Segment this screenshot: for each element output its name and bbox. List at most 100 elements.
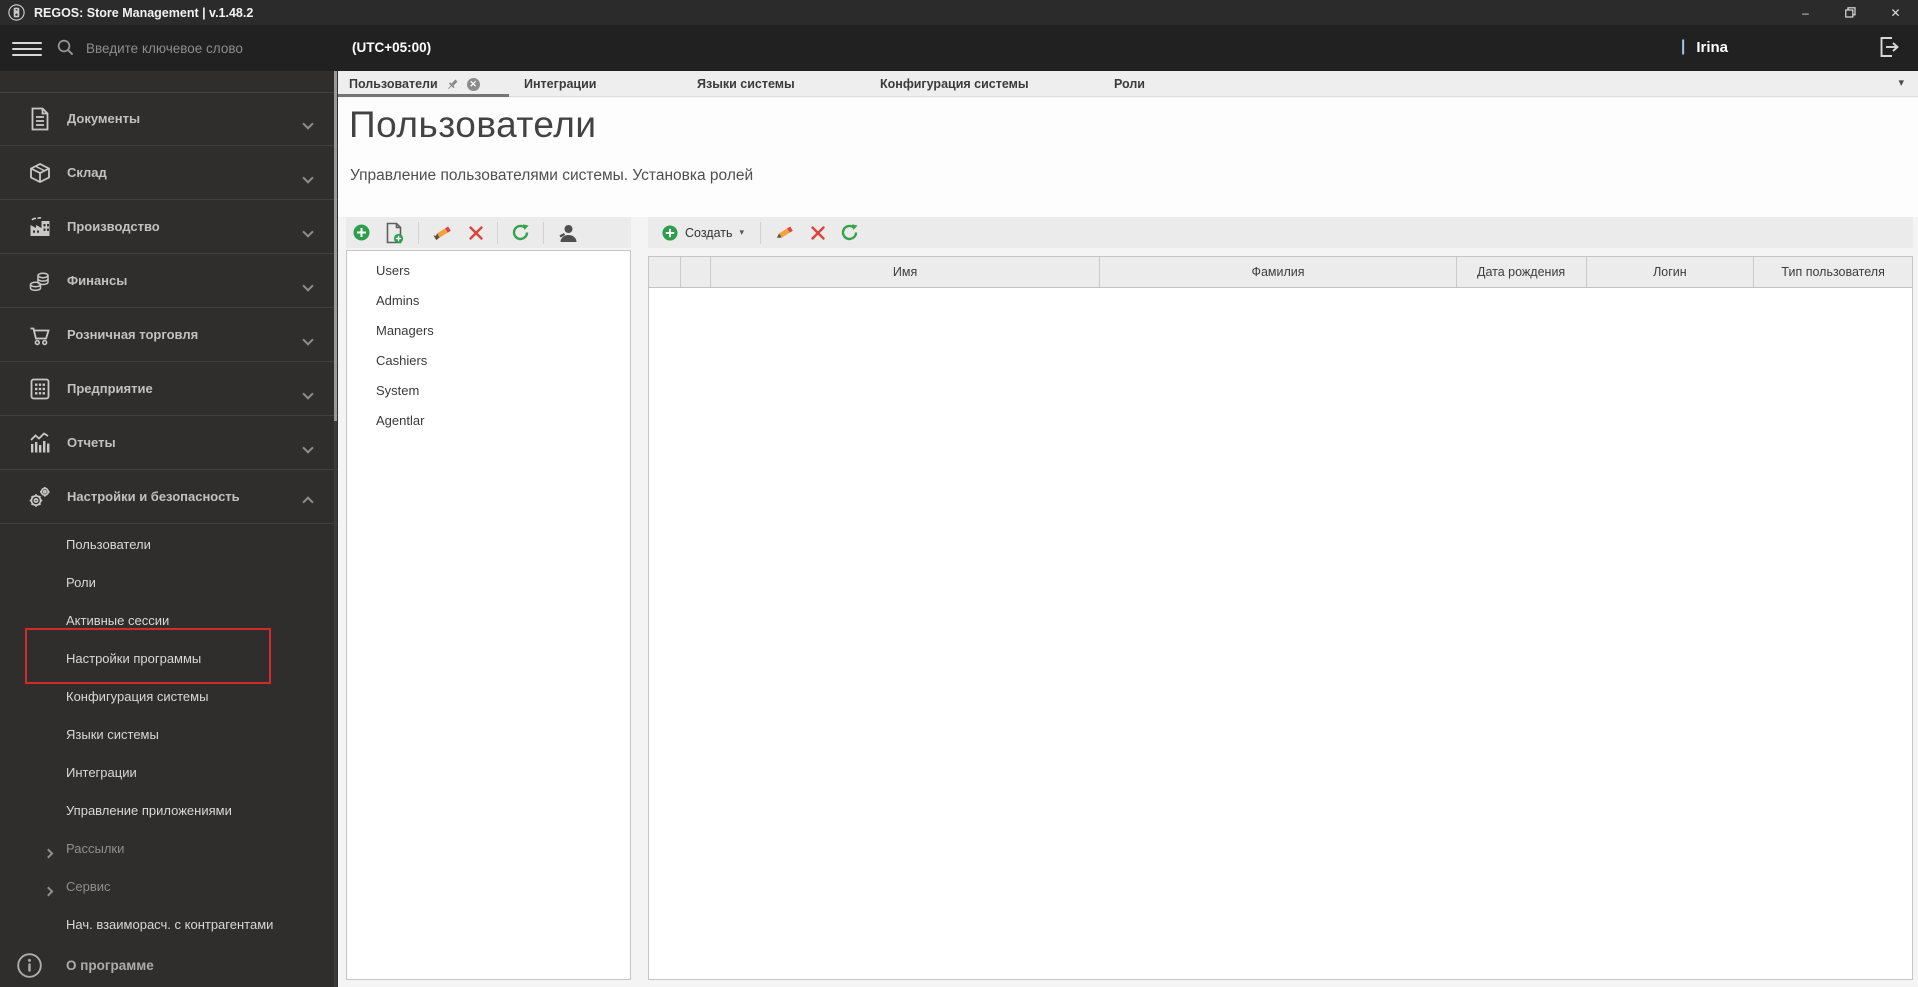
subitem-label: Сервис bbox=[66, 878, 111, 894]
sidebar-item-about[interactable]: О программе bbox=[0, 943, 338, 987]
edit-pencil-icon bbox=[433, 225, 451, 240]
pin-icon[interactable] bbox=[446, 78, 459, 91]
group-item-system[interactable]: System bbox=[347, 376, 630, 406]
regos-logo-icon bbox=[8, 4, 25, 21]
window-title: REGOS: Store Management | v.1.48.2 bbox=[34, 5, 254, 20]
column-header-birth-date[interactable]: Дата рождения bbox=[1457, 257, 1587, 287]
restore-button[interactable] bbox=[1828, 0, 1873, 25]
building-icon bbox=[30, 378, 50, 399]
tab-overflow-caret-icon[interactable]: ▾ bbox=[1898, 76, 1904, 89]
search-icon bbox=[57, 39, 74, 56]
group-users-button[interactable] bbox=[550, 217, 585, 248]
topbar: Введите ключевое слово (UTC+05:00) | Iri… bbox=[0, 25, 1918, 106]
minimize-button[interactable]: – bbox=[1783, 0, 1828, 25]
sidebar-item-warehouse[interactable]: Склад bbox=[0, 146, 338, 200]
delete-x-icon bbox=[469, 225, 483, 240]
tab-label: Пользователи bbox=[349, 77, 438, 91]
column-header-login[interactable]: Логин bbox=[1587, 257, 1755, 287]
add-child-group-button[interactable] bbox=[377, 217, 412, 248]
chevron-up-icon bbox=[302, 496, 314, 508]
delete-user-button[interactable] bbox=[803, 217, 833, 248]
refresh-groups-button[interactable] bbox=[504, 217, 537, 248]
tab-label: Роли bbox=[1114, 77, 1145, 91]
sidebar-subitem-initial-settlements[interactable]: Нач. взаиморасч. с контрагентами bbox=[0, 905, 338, 943]
sidebar-item-enterprise[interactable]: Предприятие bbox=[0, 362, 338, 416]
tab-label: Интеграции bbox=[524, 77, 597, 91]
sidebar-scrollbar[interactable] bbox=[334, 71, 337, 987]
refresh-users-button[interactable] bbox=[833, 217, 866, 248]
sidebar: Документы Склад Производство Финансы Роз… bbox=[0, 71, 338, 987]
logout-icon bbox=[1880, 37, 1899, 57]
sidebar-item-label: О программе bbox=[66, 957, 154, 973]
box-icon bbox=[30, 162, 50, 183]
sidebar-subitem-service[interactable]: Сервис bbox=[0, 867, 338, 905]
sidebar-subitem-active-sessions[interactable]: Активные сессии bbox=[0, 601, 338, 639]
sidebar-item-finance[interactable]: Финансы bbox=[0, 254, 338, 308]
sidebar-item-settings-security[interactable]: Настройки и безопасность bbox=[0, 470, 338, 524]
chevron-down-icon bbox=[302, 280, 314, 292]
column-header-row-indicator[interactable] bbox=[681, 257, 711, 287]
sidebar-subitem-program-settings[interactable]: Настройки программы bbox=[0, 639, 338, 677]
sidebar-subitem-integrations[interactable]: Интеграции bbox=[0, 753, 338, 791]
timezone-label: (UTC+05:00) bbox=[352, 40, 432, 55]
sidebar-item-retail[interactable]: Розничная торговля bbox=[0, 308, 338, 362]
edit-pencil-icon bbox=[776, 225, 793, 238]
chevron-down-icon bbox=[302, 442, 314, 454]
sidebar-subitem-system-configuration[interactable]: Конфигурация системы bbox=[0, 677, 338, 715]
info-icon bbox=[17, 952, 42, 978]
coins-icon bbox=[29, 272, 49, 291]
chevron-down-icon bbox=[302, 226, 314, 238]
sidebar-item-production[interactable]: Производство bbox=[0, 200, 338, 254]
tab-system-languages[interactable]: Языки системы bbox=[697, 71, 795, 97]
person-icon bbox=[559, 224, 577, 242]
group-item-admins[interactable]: Admins bbox=[347, 286, 630, 316]
tab-system-configuration[interactable]: Конфигурация системы bbox=[880, 71, 1029, 97]
sidebar-item-reports[interactable]: Отчеты bbox=[0, 416, 338, 470]
column-header-last-name[interactable]: Фамилия bbox=[1100, 257, 1457, 287]
column-header-first-name[interactable]: Имя bbox=[711, 257, 1101, 287]
groups-toolbar bbox=[346, 217, 631, 248]
tab-integrations[interactable]: Интеграции bbox=[524, 71, 596, 97]
subitem-label: Нач. взаиморасч. с контрагентами bbox=[66, 916, 274, 932]
create-button-label: Создать bbox=[685, 225, 733, 240]
group-item-agentlar[interactable]: Agentlar bbox=[347, 406, 630, 436]
search-input[interactable]: Введите ключевое слово bbox=[86, 41, 243, 56]
add-group-button[interactable] bbox=[346, 217, 377, 248]
column-header-selector[interactable] bbox=[649, 257, 681, 287]
users-table: Имя Фамилия Дата рождения Логин Тип поль… bbox=[648, 256, 1913, 980]
create-user-button[interactable]: Создать ▾ bbox=[648, 217, 754, 248]
refresh-icon bbox=[841, 224, 858, 241]
page-subtitle: Управление пользователями системы. Устан… bbox=[350, 167, 754, 184]
edit-user-button[interactable] bbox=[767, 217, 803, 248]
sidebar-item-documents[interactable]: Документы bbox=[0, 92, 338, 146]
tabbar: Пользователи ✕ Интеграции Языки системы … bbox=[338, 71, 1918, 97]
chevron-down-icon bbox=[302, 118, 314, 130]
delete-x-icon bbox=[811, 225, 825, 240]
content-area: Пользователи ✕ Интеграции Языки системы … bbox=[338, 71, 1918, 987]
subitem-label: Пользователи bbox=[66, 536, 151, 552]
subitem-label: Языки системы bbox=[66, 726, 159, 742]
chevron-right-icon bbox=[43, 848, 54, 859]
sidebar-subitem-roles[interactable]: Роли bbox=[0, 563, 338, 601]
sidebar-subitem-app-management[interactable]: Управление приложениями bbox=[0, 791, 338, 829]
sidebar-subitem-users[interactable]: Пользователи bbox=[0, 525, 338, 563]
logout-button[interactable] bbox=[1876, 34, 1902, 60]
sidebar-subitem-system-languages[interactable]: Языки системы bbox=[0, 715, 338, 753]
caret-down-icon: ▾ bbox=[739, 227, 745, 237]
restore-icon bbox=[1845, 7, 1856, 18]
hamburger-menu-icon[interactable] bbox=[12, 42, 42, 56]
group-item-managers[interactable]: Managers bbox=[347, 316, 630, 346]
subitem-label: Активные сессии bbox=[66, 612, 170, 628]
tab-roles[interactable]: Роли bbox=[1114, 71, 1145, 97]
current-user-label[interactable]: Irina bbox=[1696, 39, 1728, 56]
sidebar-item-label: Документы bbox=[67, 111, 141, 126]
tab-close-icon[interactable]: ✕ bbox=[466, 77, 480, 91]
group-item-users[interactable]: Users bbox=[347, 256, 630, 286]
close-button[interactable]: ✕ bbox=[1873, 0, 1918, 25]
delete-group-button[interactable] bbox=[461, 217, 491, 248]
group-item-cashiers[interactable]: Cashiers bbox=[347, 346, 630, 376]
sidebar-subitem-mailings[interactable]: Рассылки bbox=[0, 829, 338, 867]
edit-group-button[interactable] bbox=[425, 217, 461, 248]
chevron-down-icon bbox=[302, 388, 314, 400]
column-header-user-type[interactable]: Тип пользователя bbox=[1754, 257, 1912, 287]
